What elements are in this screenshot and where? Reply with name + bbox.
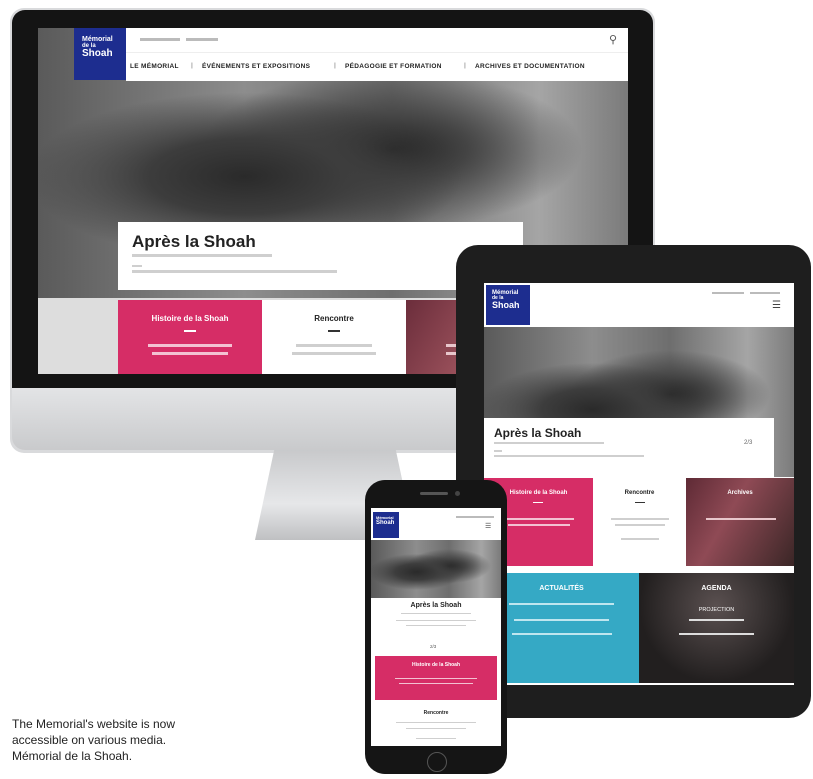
phone-speaker xyxy=(420,492,448,495)
phone-home-button[interactable] xyxy=(427,752,447,772)
tablet-agenda-panel[interactable]: AGENDA PROJECTION xyxy=(639,573,794,683)
agenda-title: AGENDA xyxy=(701,585,732,592)
tile-divider xyxy=(328,330,340,332)
tablet-top-link-1[interactable] xyxy=(712,292,744,294)
tile-text-line xyxy=(396,722,476,723)
caption-line-3: Mémorial de la Shoah. xyxy=(12,749,133,763)
news-line[interactable] xyxy=(514,619,609,621)
tile-rencontre[interactable]: Rencontre xyxy=(262,300,406,374)
tablet-tile-rencontre[interactable]: Rencontre xyxy=(593,478,686,566)
hero-dates-line xyxy=(132,270,337,273)
hamburger-menu-icon[interactable]: ☰ xyxy=(772,300,781,311)
hero-divider xyxy=(132,265,142,267)
phone-hero-photo xyxy=(371,540,501,598)
logo-text-3: Shoah xyxy=(492,300,520,310)
tile-text-line xyxy=(395,678,477,679)
tile-rencontre-title: Rencontre xyxy=(624,490,655,496)
tile-divider xyxy=(184,330,196,332)
tile-histoire[interactable]: Histoire de la Shoah xyxy=(118,300,262,374)
phone-tile-histoire[interactable]: Histoire de la Shoah xyxy=(375,656,497,700)
tile-text-line xyxy=(621,538,659,540)
nav-separator: | xyxy=(334,62,337,69)
tile-histoire-title: Histoire de la Shoah xyxy=(151,314,229,323)
caption: The Memorial's website is now accessible… xyxy=(12,716,252,764)
agenda-line xyxy=(679,633,754,635)
phone-screen: Mémorial Shoah ☰ Après la Shoah 2/3 Hist… xyxy=(371,508,501,746)
news-line[interactable] xyxy=(509,603,614,605)
tile-text-line xyxy=(615,524,665,526)
phone-logo[interactable]: Mémorial Shoah xyxy=(373,512,399,538)
nav-item-memorial[interactable]: LE MÉMORIAL xyxy=(130,63,179,70)
nav-item-archives[interactable]: ARCHIVES ET DOCUMENTATION xyxy=(475,63,585,70)
nav-item-evenements[interactable]: ÉVÉNEMENTS ET EXPOSITIONS xyxy=(202,63,310,70)
nav-item-pedagogie[interactable]: PÉDAGOGIE ET FORMATION xyxy=(345,63,442,70)
nav-separator: | xyxy=(464,62,467,69)
tile-text-line xyxy=(148,344,232,347)
hero-dates-line xyxy=(494,455,644,457)
tile-divider xyxy=(635,502,645,503)
logo-text-3: Shoah xyxy=(376,520,395,526)
tile-archives-title: Archives xyxy=(727,490,753,496)
hero-subtitle-line xyxy=(401,613,471,614)
logo-text-3: Shoah xyxy=(82,48,113,59)
hero-divider xyxy=(494,450,502,452)
tile-text-line xyxy=(611,518,669,520)
search-icon[interactable]: ⚲ xyxy=(609,33,617,46)
hamburger-menu-icon[interactable]: ☰ xyxy=(485,522,491,530)
tile-divider xyxy=(533,502,543,503)
phone-tile-rencontre-title: Rencontre xyxy=(423,710,449,716)
phone-camera xyxy=(455,491,460,496)
hero-subtitle-line xyxy=(132,254,272,257)
phone-hero-title: Après la Shoah xyxy=(410,602,462,609)
hero-dates-line xyxy=(406,625,466,626)
hero-title: Après la Shoah xyxy=(132,232,256,251)
hero-dates-line xyxy=(396,620,476,621)
tile-text-line xyxy=(296,344,372,347)
tablet-pagination[interactable]: 2/3 xyxy=(744,440,752,446)
nav-separator: | xyxy=(191,62,194,69)
phone-pagination[interactable]: 2/3 xyxy=(430,644,436,649)
actualites-title: ACTUALITÉS xyxy=(539,585,584,592)
caption-line-2: accessible on various media. xyxy=(12,733,167,747)
top-bar: ⚲ xyxy=(126,28,628,52)
main-nav: LE MÉMORIAL | ÉVÉNEMENTS ET EXPOSITIONS … xyxy=(126,52,628,81)
tablet-screen: ☰ Mémorial de la Shoah Après la Shoah 2/… xyxy=(484,283,794,685)
tile-text-line xyxy=(152,352,228,355)
news-line[interactable] xyxy=(512,633,612,635)
tile-text-line xyxy=(399,683,473,684)
tablet-logo[interactable]: Mémorial de la Shoah xyxy=(486,285,530,325)
top-link-2[interactable] xyxy=(186,38,218,41)
tile-text-line xyxy=(706,518,776,520)
tile-text-line xyxy=(416,738,456,739)
tile-text-line xyxy=(508,524,570,526)
tablet-hero-title: Après la Shoah xyxy=(494,426,582,440)
site-logo[interactable]: Mémorial de la Shoah xyxy=(74,28,126,80)
logo-text-1: Mémorial xyxy=(82,36,113,43)
caption-line-1: The Memorial's website is now xyxy=(12,717,176,731)
tablet-actualites-panel[interactable]: ACTUALITÉS xyxy=(484,573,639,683)
hero-subtitle-line xyxy=(494,442,604,444)
tile-rencontre-title: Rencontre xyxy=(314,314,354,323)
tablet-tile-archives[interactable]: Archives xyxy=(686,478,794,566)
tile-histoire-title: Histoire de la Shoah xyxy=(411,662,461,668)
phone-top-link[interactable] xyxy=(456,516,494,518)
agenda-event-type: PROJECTION xyxy=(698,607,735,613)
tablet-header: ☰ xyxy=(484,283,794,327)
tile-text-line xyxy=(504,518,574,520)
tablet-top-link-2[interactable] xyxy=(750,292,780,294)
tile-text-line xyxy=(292,352,376,355)
top-link-1[interactable] xyxy=(140,38,180,41)
tablet-hero-card[interactable]: Après la Shoah 2/3 xyxy=(484,418,774,478)
agenda-line xyxy=(689,619,744,621)
tile-text-line xyxy=(406,728,466,729)
